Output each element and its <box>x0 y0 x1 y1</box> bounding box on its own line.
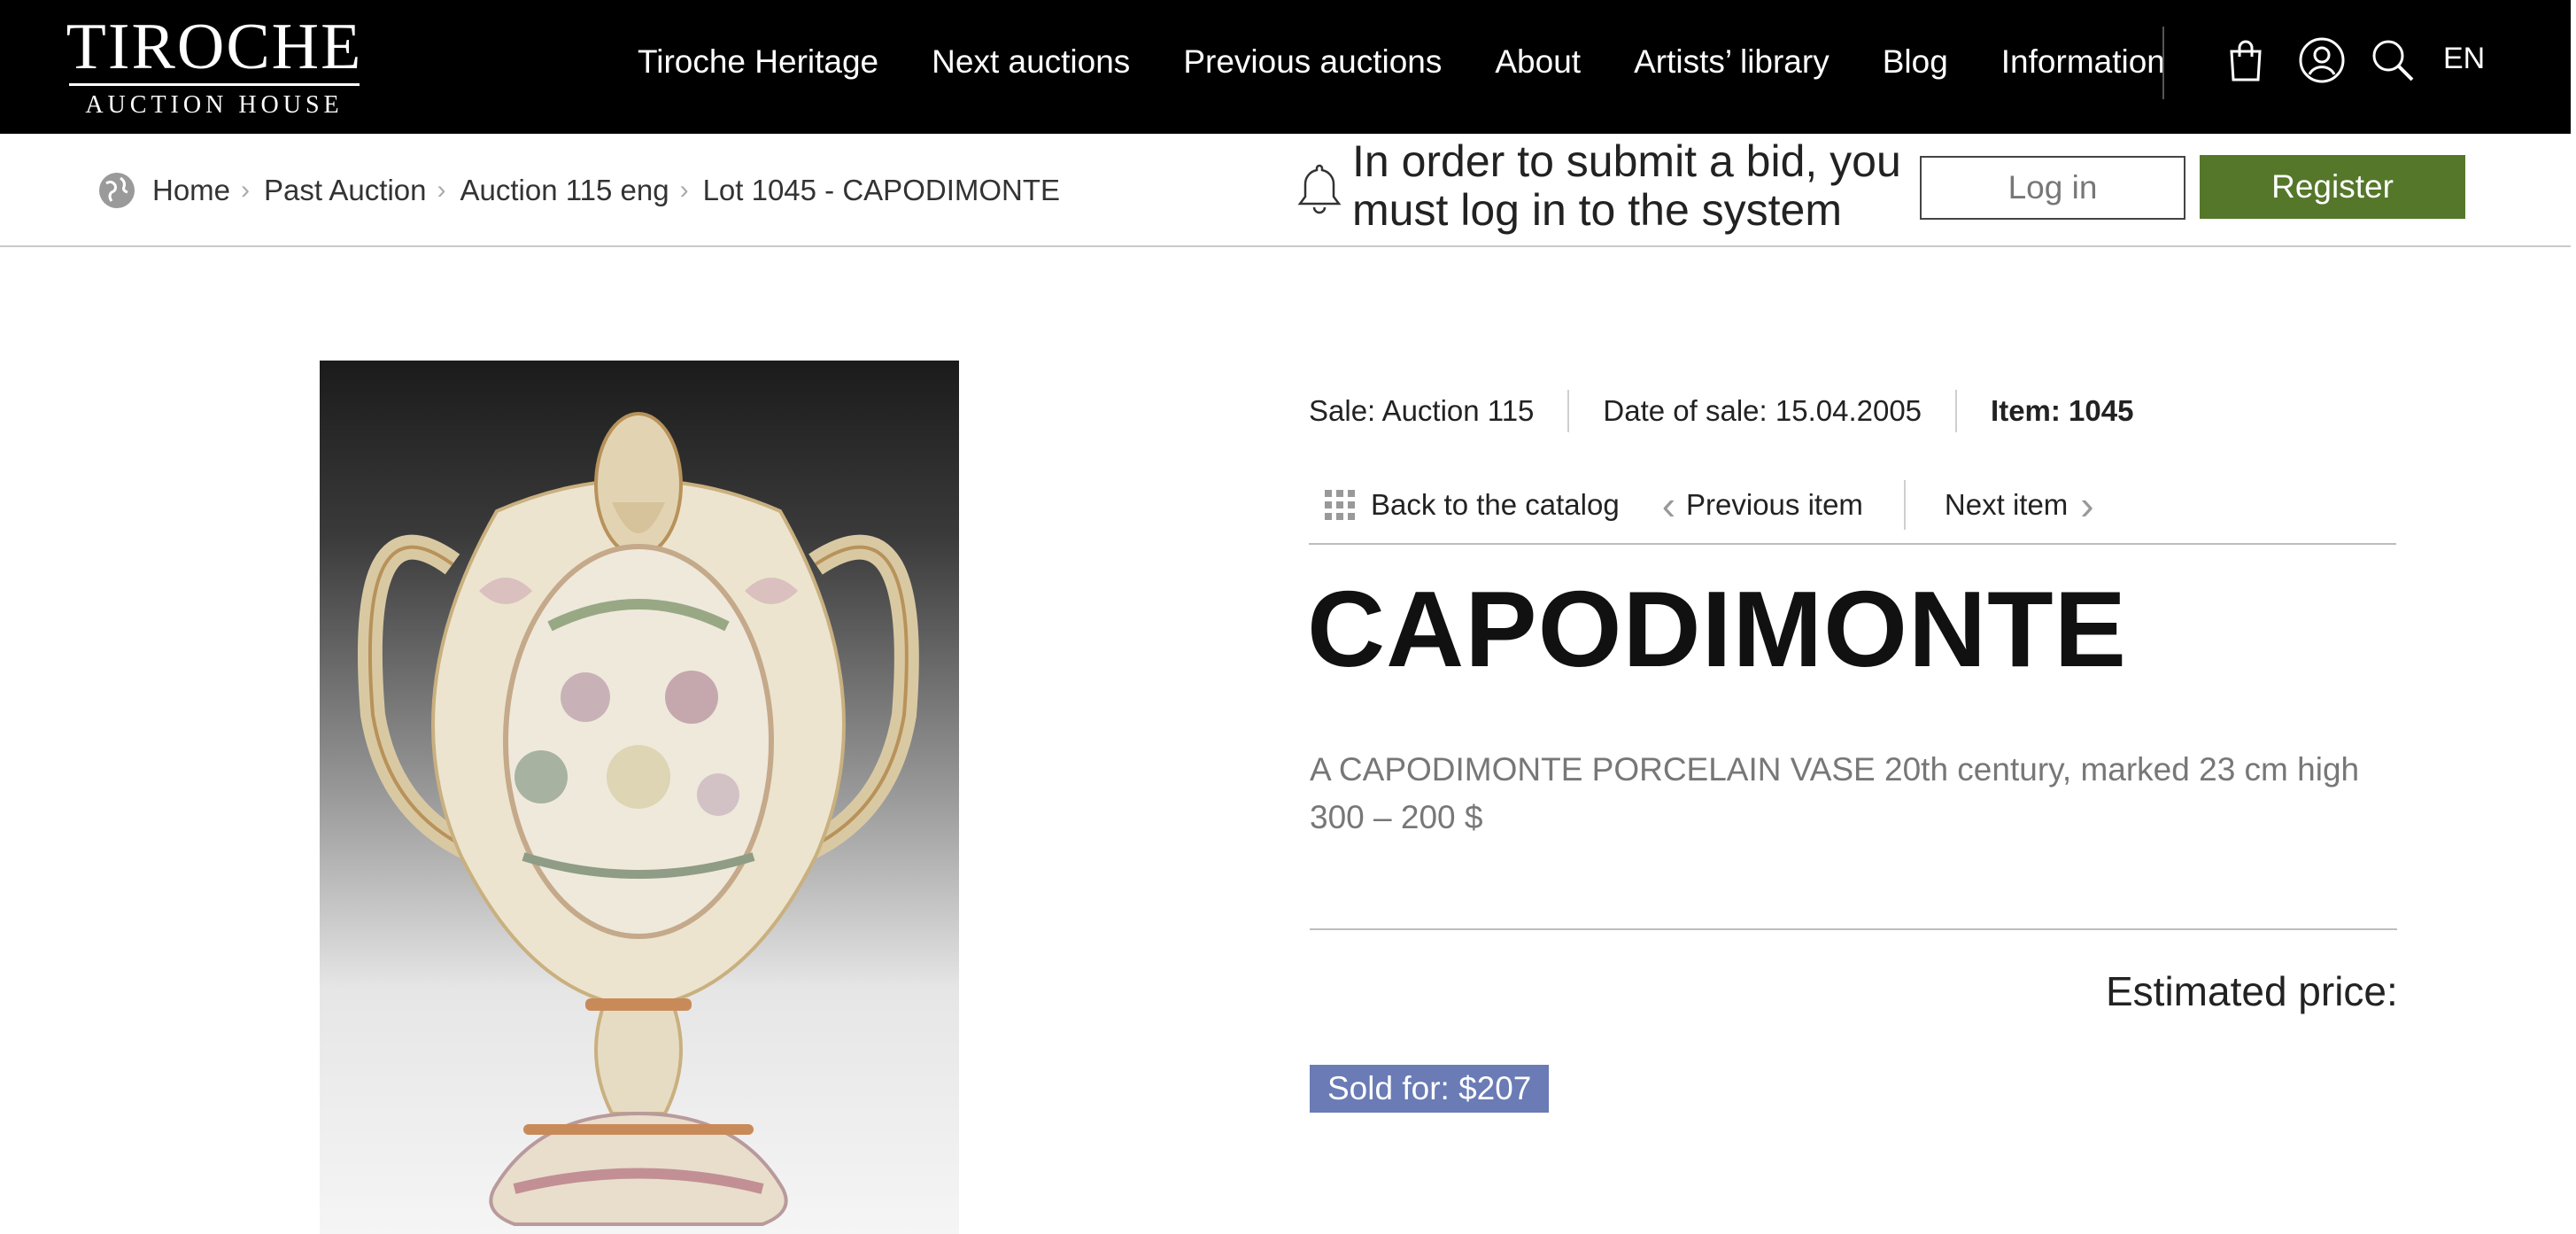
chevron-right-icon: › <box>437 175 446 205</box>
nav-tiroche-heritage[interactable]: Tiroche Heritage <box>638 39 878 85</box>
nav-information[interactable]: Information <box>2001 39 2165 85</box>
shopping-bag-icon[interactable] <box>2219 34 2272 87</box>
breadcrumb-past-auction[interactable]: Past Auction <box>264 174 426 207</box>
item-number: Item: 1045 <box>1991 394 2134 427</box>
site-logo[interactable]: TIROCHE AUCTION HOUSE <box>64 14 365 120</box>
nav-previous-auctions[interactable]: Previous auctions <box>1183 39 1442 85</box>
sale-date: Date of sale: 15.04.2005 <box>1603 394 1922 427</box>
back-to-catalog-link[interactable]: Back to the catalog <box>1371 488 1620 522</box>
grid-icon <box>1325 490 1355 520</box>
breadcrumb-auction[interactable]: Auction 115 eng <box>460 174 669 207</box>
chevron-right-icon: › <box>241 175 251 205</box>
user-icon[interactable] <box>2295 34 2348 87</box>
register-button[interactable]: Register <box>2200 155 2465 219</box>
top-navigation-bar: TIROCHE AUCTION HOUSE Tiroche Heritage N… <box>0 0 2571 134</box>
meta-divider <box>1955 390 1958 432</box>
next-item-link[interactable]: Next item <box>1945 488 2068 522</box>
logo-wordmark: TIROCHE <box>66 11 363 83</box>
logo-divider <box>69 83 360 86</box>
sale-name: Sale: Auction 115 <box>1309 394 1535 427</box>
vase-illustration <box>357 412 919 1226</box>
meta-divider <box>1567 390 1570 432</box>
chevron-right-icon[interactable]: › <box>2080 485 2093 525</box>
estimated-price-label: Estimated price: <box>2106 968 2398 1014</box>
nav-about[interactable]: About <box>1495 39 1581 85</box>
chevron-left-icon[interactable]: ‹ <box>1662 485 1675 525</box>
bell-icon <box>1297 164 1342 214</box>
breadcrumb-current-lot: Lot 1045 - CAPODIMONTE <box>702 174 1061 206</box>
chevron-right-icon: › <box>679 175 689 205</box>
bid-login-notice: In order to submit a bid, you must log i… <box>1352 136 1901 235</box>
nav-next-auctions[interactable]: Next auctions <box>932 39 1130 85</box>
login-button[interactable]: Log in <box>1920 156 2185 220</box>
item-navigation: Back to the catalog ‹ Previous item Next… <box>1325 480 2094 530</box>
language-selector[interactable]: EN <box>2443 39 2485 78</box>
breadcrumb-home[interactable]: Home <box>152 174 230 207</box>
lot-meta: Sale: Auction 115 Date of sale: 15.04.20… <box>1309 390 2133 432</box>
lot-description: A CAPODIMONTE PORCELAIN VASE 20th centur… <box>1310 751 2360 788</box>
main-nav: Tiroche Heritage Next auctions Previous … <box>638 39 2218 85</box>
search-icon[interactable] <box>2366 34 2419 87</box>
breadcrumb-bar: Home › Past Auction › Auction 115 eng › … <box>0 134 2571 247</box>
lot-estimate: 300 – 200 $ <box>1310 799 1483 835</box>
globe-icon[interactable] <box>97 171 136 210</box>
lot-description-block: A CAPODIMONTE PORCELAIN VASE 20th centur… <box>1310 746 2408 842</box>
divider <box>1309 543 2396 545</box>
divider <box>1310 928 2397 930</box>
logo-subtitle: AUCTION HOUSE <box>85 91 344 119</box>
lot-title: CAPODIMONTE <box>1307 569 2127 689</box>
itemnav-divider <box>1903 480 1906 530</box>
nav-artists-library[interactable]: Artists’ library <box>1634 39 1830 85</box>
breadcrumb: Home › Past Auction › Auction 115 eng › … <box>97 171 1060 210</box>
previous-item-link[interactable]: Previous item <box>1686 488 1863 522</box>
sold-price-badge: Sold for: $207 <box>1310 1065 1550 1113</box>
lot-image[interactable] <box>320 361 959 1234</box>
nav-blog[interactable]: Blog <box>1883 39 1948 85</box>
nav-divider <box>2162 27 2164 99</box>
